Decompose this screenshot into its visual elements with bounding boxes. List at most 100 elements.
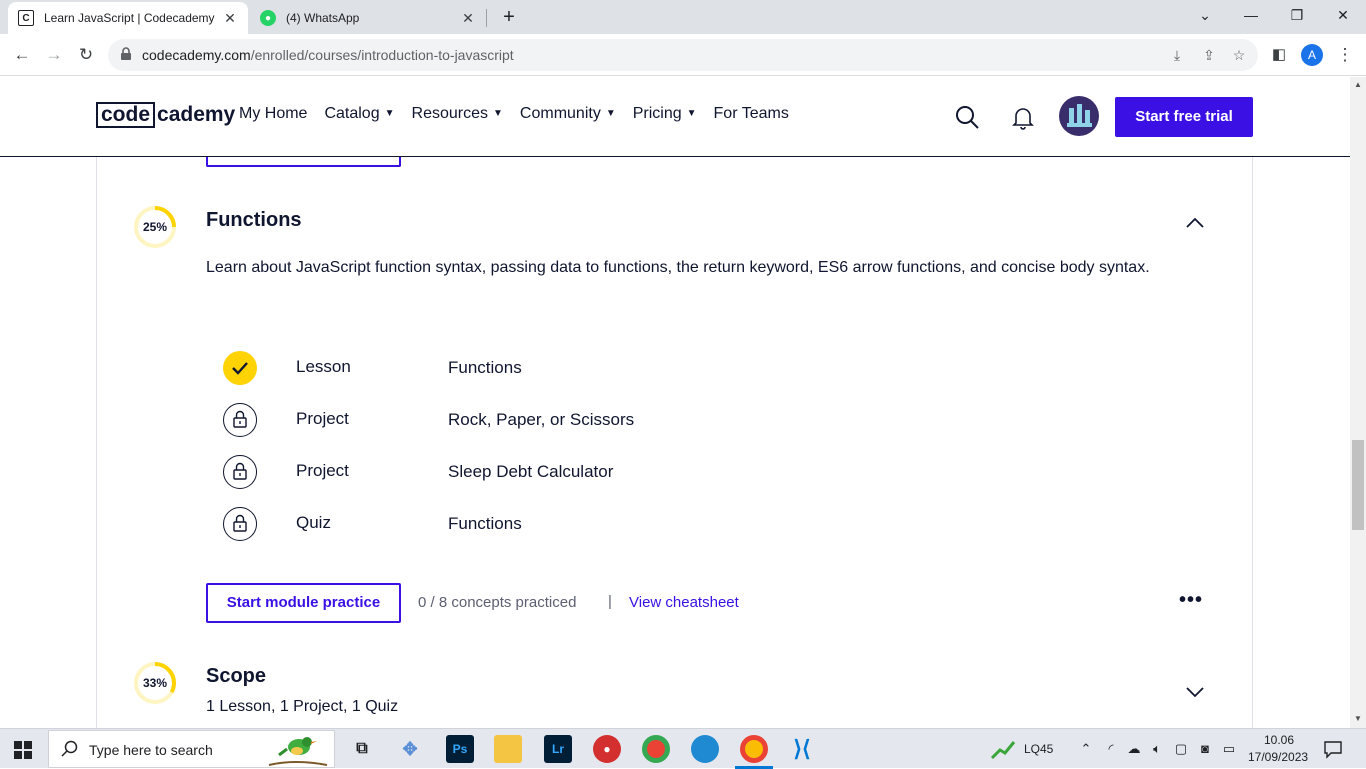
side-panel-icon[interactable]: ◧ xyxy=(1266,42,1292,68)
reload-icon[interactable]: ↻ xyxy=(73,42,99,68)
scroll-up-icon[interactable]: ▲ xyxy=(1354,80,1362,89)
share-icon[interactable]: ⇪ xyxy=(1200,47,1218,65)
restore-icon[interactable]: ❐ xyxy=(1274,0,1320,32)
close-tab-icon[interactable]: ✕ xyxy=(460,10,476,27)
browser-toolbar: ← → ↻ codecademy.com/enrolled/courses/in… xyxy=(0,34,1366,76)
list-item[interactable]: Project Rock, Paper, or Scissors xyxy=(223,403,823,437)
clock-date[interactable]: 17/09/2023 xyxy=(1248,750,1308,764)
module-title[interactable]: Scope xyxy=(206,665,266,688)
close-tab-icon[interactable]: ✕ xyxy=(222,10,238,27)
vscode-icon[interactable]: ⟩⟨ xyxy=(788,735,816,763)
start-module-practice-button[interactable]: Start module practice xyxy=(206,583,401,623)
nav-label: My Home xyxy=(239,105,308,122)
lock-icon[interactable] xyxy=(120,47,132,61)
meet-now-icon[interactable]: ▢ xyxy=(1173,741,1189,757)
chrome-profile-a-icon[interactable] xyxy=(740,735,768,763)
chevron-down-icon[interactable] xyxy=(1185,682,1205,702)
back-icon[interactable]: ← xyxy=(9,42,35,68)
tab-search-icon[interactable]: ⌄ xyxy=(1182,0,1228,32)
profile-avatar[interactable]: A xyxy=(1301,44,1323,66)
nav-pricing[interactable]: Pricing ▼ xyxy=(633,105,697,123)
bell-icon[interactable] xyxy=(1010,104,1036,130)
item-name[interactable]: Functions xyxy=(448,514,522,534)
nav-my-home[interactable]: My Home xyxy=(239,105,307,123)
game-controller-icon[interactable]: ✥ xyxy=(396,735,424,763)
tab-whatsapp[interactable]: ● (4) WhatsApp ✕ xyxy=(250,2,486,34)
logo-code: code xyxy=(96,102,156,128)
nav-label: Resources xyxy=(411,105,488,122)
forward-icon[interactable]: → xyxy=(41,42,67,68)
chrome-profile-g-icon[interactable] xyxy=(642,735,670,763)
list-item[interactable]: Quiz Functions xyxy=(223,507,823,541)
scrollbar-thumb[interactable] xyxy=(1352,440,1364,530)
user-avatar[interactable] xyxy=(1059,96,1099,136)
item-name[interactable]: Sleep Debt Calculator xyxy=(448,462,613,482)
more-options-icon[interactable]: ••• xyxy=(1179,589,1203,612)
item-kind: Project xyxy=(296,461,349,480)
list-item[interactable]: Lesson Functions xyxy=(223,351,823,385)
file-explorer-icon[interactable] xyxy=(494,735,522,763)
new-tab-icon[interactable]: + xyxy=(498,5,520,29)
list-item[interactable]: Project Sleep Debt Calculator xyxy=(223,455,823,489)
nav-label: Community xyxy=(519,105,601,122)
view-cheatsheet-link[interactable]: View cheatsheet xyxy=(629,594,739,611)
photoshop-icon[interactable]: Ps xyxy=(446,735,474,763)
stock-chart-icon[interactable] xyxy=(990,738,1016,760)
nav-label: Pricing xyxy=(632,105,682,122)
codecademy-icon: C xyxy=(18,10,34,26)
progress-percent: 33% xyxy=(142,676,168,690)
progress-ring: 33% xyxy=(133,661,177,705)
edge-icon[interactable] xyxy=(691,735,719,763)
page-scrollbar[interactable]: ▲ ▼ xyxy=(1350,77,1366,728)
weather-label[interactable]: LQ45 xyxy=(1024,742,1053,756)
windows-start-icon[interactable] xyxy=(14,741,32,759)
progress-ring: 25% xyxy=(133,205,177,249)
tab-strip: C Learn JavaScript | Codecademy ✕ ● (4) … xyxy=(0,0,1366,34)
caret-down-icon: ▼ xyxy=(686,108,697,119)
item-name[interactable]: Functions xyxy=(448,358,522,378)
recording-icon[interactable]: ◙ xyxy=(1197,741,1213,757)
codecademy-logo[interactable]: code cademy xyxy=(96,101,235,129)
main-nav: My Home Catalog ▼ Resources ▼ Community ▼ P… xyxy=(239,105,806,123)
divider: | xyxy=(608,593,612,610)
minimize-icon[interactable]: — xyxy=(1228,0,1274,32)
network-icon[interactable]: ◜ xyxy=(1103,741,1119,757)
lightroom-icon[interactable]: Lr xyxy=(544,735,572,763)
scroll-down-icon[interactable]: ▼ xyxy=(1354,714,1362,723)
nav-resources[interactable]: Resources ▼ xyxy=(412,105,503,123)
chevron-up-icon[interactable] xyxy=(1185,213,1205,233)
search-icon[interactable] xyxy=(954,104,980,130)
concepts-practiced-count: 0 / 8 concepts practiced xyxy=(418,594,577,611)
item-name[interactable]: Rock, Paper, or Scissors xyxy=(448,410,634,430)
nav-community[interactable]: Community ▼ xyxy=(520,105,616,123)
address-bar[interactable]: codecademy.com/enrolled/courses/introduc… xyxy=(108,39,1258,71)
tab-codecademy[interactable]: C Learn JavaScript | Codecademy ✕ xyxy=(8,2,248,34)
browser-menu-icon[interactable]: ⋮ xyxy=(1332,42,1358,68)
progress-percent: 25% xyxy=(142,220,168,234)
start-free-trial-button[interactable]: Start free trial xyxy=(1115,97,1253,137)
caret-down-icon: ▼ xyxy=(605,108,616,119)
nav-catalog[interactable]: Catalog ▼ xyxy=(324,105,394,123)
battery-icon[interactable]: ▭ xyxy=(1221,741,1237,757)
close-window-icon[interactable]: ✕ xyxy=(1320,0,1366,32)
notification-center-icon[interactable] xyxy=(1323,739,1343,759)
url-path: /enrolled/courses/introduction-to-javasc… xyxy=(250,47,514,63)
item-kind: Quiz xyxy=(296,513,331,532)
item-kind: Lesson xyxy=(296,357,351,376)
clock-time[interactable]: 10.06 xyxy=(1264,733,1294,747)
search-icon xyxy=(61,740,78,757)
cloud-icon[interactable]: ☁ xyxy=(1126,741,1142,757)
nav-for-teams[interactable]: For Teams xyxy=(714,105,789,123)
checkmark-icon xyxy=(223,351,257,385)
taskbar-search[interactable]: Type here to search xyxy=(48,730,335,768)
tab-title: Learn JavaScript | Codecademy xyxy=(44,11,215,25)
volume-icon[interactable]: 🔈︎ xyxy=(1149,741,1165,757)
caret-down-icon: ▼ xyxy=(493,108,503,119)
bookmark-star-icon[interactable]: ☆ xyxy=(1230,47,1248,65)
chevron-up-icon[interactable]: ⌃ xyxy=(1078,741,1094,757)
mushroom-app-icon[interactable]: ● xyxy=(593,735,621,763)
module-title[interactable]: Functions xyxy=(206,209,302,232)
lock-icon xyxy=(223,507,257,541)
task-view-icon[interactable]: ⧉ xyxy=(348,735,376,763)
install-app-icon[interactable]: ⤓ xyxy=(1168,47,1186,65)
